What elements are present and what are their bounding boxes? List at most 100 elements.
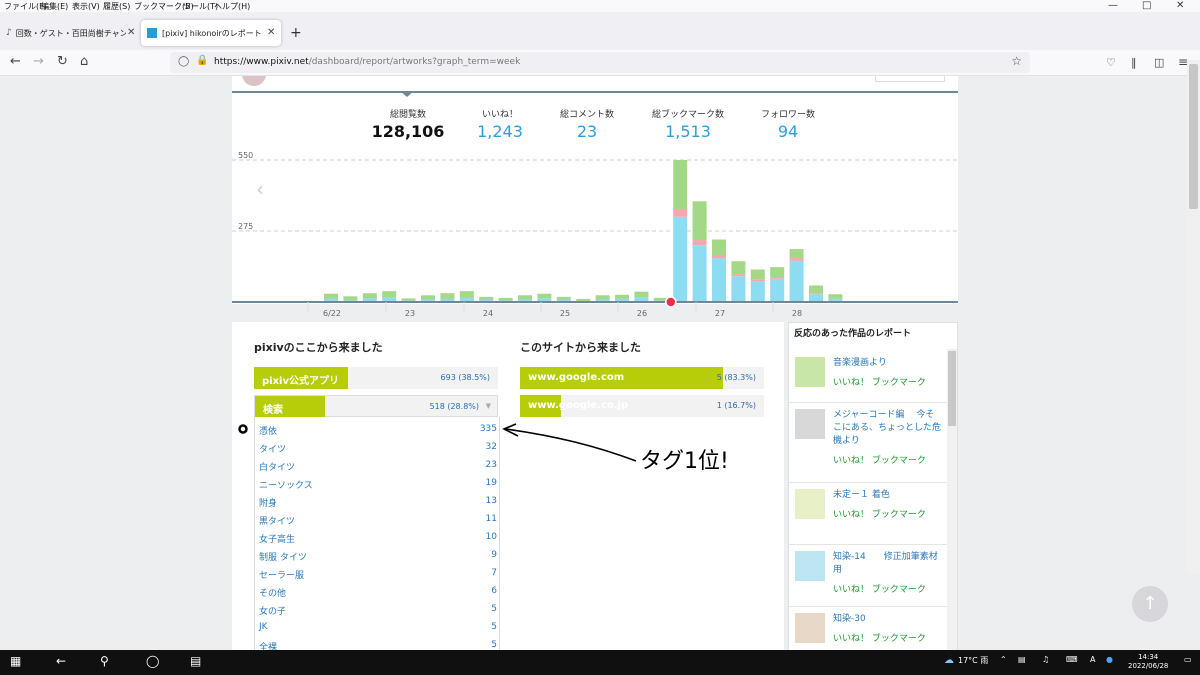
sidebar-toggle-icon[interactable]: ◫ [1154,56,1164,69]
search-tag-name[interactable]: JK [259,622,268,632]
work-thumbnail[interactable] [795,409,825,439]
stat-views[interactable]: 総閲覧数 128,106 [370,107,446,141]
tracking-shield-icon[interactable]: ◯ [178,56,189,67]
work-title[interactable]: 知染-30 [833,613,941,626]
work-item[interactable]: メジャーコード編 今そこにある、ちょっとした危機より いいね！ ブックマーク [789,403,947,483]
menu-help[interactable]: ヘルプ(H) [214,1,250,12]
search-tag-row[interactable]: 全裸 5 [259,637,497,650]
work-thumbnail[interactable] [795,489,825,519]
work-item[interactable]: 知染-14 修正加筆素材用 いいね！ ブックマーク [789,545,947,607]
stat-followers[interactable]: フォロワー数 94 [753,107,823,141]
reaction-works-sidebar: 音楽漫画より いいね！ ブックマーク メジャーコード編 今そこにある、ちょっとした危… [788,322,958,650]
reload-icon[interactable]: ↻ [57,54,68,69]
stat-comments[interactable]: 総コメント数 23 [552,107,622,141]
menu-tools[interactable]: ツール(T) [183,1,218,12]
search-tag-name[interactable]: 全裸 [259,640,277,650]
tray-chevron-icon[interactable]: ⌃ [1000,655,1007,664]
work-thumbnail[interactable] [795,613,825,643]
new-tab-button[interactable]: + [290,25,302,41]
menu-edit[interactable]: 編集(E) [41,1,68,12]
bar-likes [692,240,707,246]
scroll-to-top-button[interactable]: ↑ [1132,586,1168,622]
referrer-row-google-com[interactable]: www.google.com 5 (83.3%) [520,367,764,389]
page-scrollbar-thumb[interactable] [1189,64,1198,209]
menu-view[interactable]: 表示(V) [72,1,100,12]
forward-icon[interactable]: → [33,54,44,69]
tab-close-icon[interactable]: ✕ [127,27,135,38]
minimize-icon[interactable]: — [1108,0,1118,11]
stat-label: 総ブックマーク数 [651,110,724,120]
work-item[interactable]: 未定ー１ 着色 いいね！ ブックマーク [789,483,947,545]
library-icon[interactable]: ‖ [1131,56,1137,69]
top-button-stub[interactable] [875,76,945,82]
work-thumbnail[interactable] [795,551,825,581]
stat-likes[interactable]: いいね！ 1,243 [465,107,535,141]
referrer-row-search[interactable]: 検索 518 (28.8%) ▼ [254,395,498,418]
network-icon[interactable]: ▤ [1018,655,1026,664]
page-scrollbar[interactable] [1187,60,1200,574]
referrer-row-app[interactable]: pixiv公式アプリ 693 (38.5%) [254,367,498,389]
x-tick-label: 26 [637,309,647,318]
weather-text[interactable]: 17°C 雨 [958,655,988,666]
work-item[interactable]: 音楽漫画より いいね！ ブックマーク [789,351,947,403]
search-tag-name[interactable]: 女の子 [259,604,286,617]
search-tag-row[interactable]: 女子高生 10 [259,529,497,547]
weather-icon[interactable]: ☁ [944,655,954,666]
back-arrow-icon[interactable]: ← [56,654,66,668]
search-tag-name[interactable]: その他 [259,586,286,599]
referrer-row-google-co-jp[interactable]: www.google.co.jp 1 (16.7%) [520,395,764,417]
bar-likes [789,258,804,261]
work-title[interactable]: 音楽漫画より [833,357,941,370]
stat-bookmarks[interactable]: 総ブックマーク数 1,513 [642,107,734,141]
home-icon[interactable]: ⌂ [80,54,88,69]
stat-label: フォロワー数 [760,110,815,120]
search-tag-row[interactable]: 制服 タイツ 9 [259,547,497,565]
taskbar: ▦ ← ⚲ ◯ ▤ ☁ 17°C 雨 ⌃ ▤ ♫ ⌨ A ● 14:34 202… [0,650,1200,675]
y-tick-label: 550 [238,152,253,160]
search-tag-name[interactable]: 制服 タイツ [259,550,307,563]
ime-status-icon[interactable]: ● [1106,655,1113,664]
notification-icon[interactable]: ▭ [1184,655,1192,664]
bar-views [731,276,746,302]
annotation-circle [238,424,248,434]
bar-bookmarks [731,261,746,275]
work-item[interactable]: 知染-30 いいね！ ブックマーク [789,607,947,650]
pocket-icon[interactable]: ♡ [1106,56,1116,69]
lock-icon[interactable]: 🔒 [196,55,208,66]
volume-icon[interactable]: ♫ [1042,655,1049,664]
tab-active[interactable]: [pixiv] hikonoirのレポート ✕ [141,20,281,46]
work-title[interactable]: 未定ー１ 着色 [833,489,941,502]
work-thumbnail[interactable] [795,357,825,387]
menu-history[interactable]: 履歴(S) [103,1,130,12]
search-tag-name[interactable]: 黒タイツ [259,514,295,527]
ime-indicator[interactable]: A [1090,655,1095,664]
keyboard-icon[interactable]: ⌨ [1066,655,1078,664]
cortana-icon[interactable]: ◯ [146,654,159,668]
avatar[interactable] [242,76,266,86]
search-tag-row[interactable]: 女の子 5 [259,601,497,619]
maximize-icon[interactable]: □ [1142,0,1151,11]
url-bar[interactable]: ◯ 🔒 https://www.pixiv.net/dashboard/repo… [170,52,1030,73]
tab-inactive[interactable]: ♪ 回数・ゲスト・百田尚樹チャンネル:ホ ✕ [6,20,136,46]
bookmark-star-icon[interactable]: ☆ [1011,54,1022,68]
back-icon[interactable]: ← [10,54,21,69]
clock[interactable]: 14:34 2022/06/28 [1128,653,1168,671]
search-tag-row[interactable]: その他 6 [259,583,497,601]
search-tag-name[interactable]: セーラー服 [259,568,304,581]
bar-bookmarks [576,298,591,301]
sidebar-scrollbar[interactable] [947,349,957,650]
chevron-down-icon[interactable]: ▼ [486,402,491,410]
search-tag-name[interactable]: 附身 [259,496,277,509]
work-title[interactable]: メジャーコード編 今そこにある、ちょっとした危機より [833,409,941,448]
search-tag-row[interactable]: セーラー服 7 [259,565,497,583]
task-view-icon[interactable]: ▤ [190,654,201,668]
tab-close-icon[interactable]: ✕ [267,27,275,38]
work-title[interactable]: 知染-14 修正加筆素材用 [833,551,941,577]
sidebar-scrollbar-thumb[interactable] [948,351,956,426]
search-tag-name[interactable]: 女子高生 [259,532,295,545]
close-window-icon[interactable]: ✕ [1176,0,1184,11]
search-tag-row[interactable]: 黒タイツ 11 [259,511,497,529]
search-icon[interactable]: ⚲ [100,654,109,668]
windows-start-icon[interactable]: ▦ [10,654,21,668]
search-tag-row[interactable]: JK 5 [259,619,497,637]
